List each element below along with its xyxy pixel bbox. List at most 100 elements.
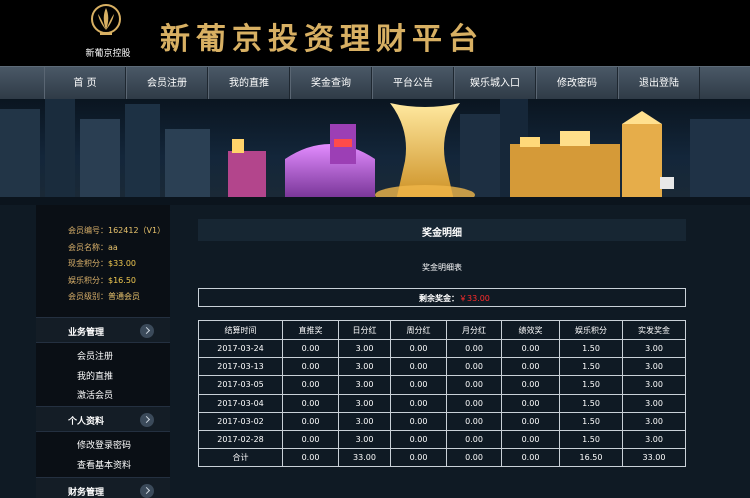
section-title: 业务管理	[68, 328, 105, 338]
nav-item-my-referrals[interactable]: 我的直推	[208, 67, 290, 100]
table-cell: 0.00	[390, 357, 447, 377]
member-level-label: 会员级别：	[68, 292, 108, 301]
table-cell: 2017-03-05	[198, 375, 283, 395]
logo: 新葡京控股	[78, 4, 134, 62]
panel-title-bar: 奖金明细	[198, 219, 686, 241]
table-cell: 1.50	[559, 375, 623, 395]
table-cell: 0.00	[282, 393, 339, 413]
table-cell: 3.00	[622, 338, 686, 359]
sidebar-item-change-login-password[interactable]: 修改登录密码	[77, 438, 131, 451]
table-row: 2017-03-05 0.00 3.00 0.00 0.00 0.00 1.50 3.00	[198, 375, 686, 395]
table-total-row: 合计 0.00 33.00 0.00 0.00 0.00 16.50 33.00	[198, 448, 686, 468]
table-cell: 0.00	[446, 357, 502, 377]
member-id-row: 会员编号：162412（V1）	[68, 223, 170, 240]
table-cell: 3.00	[622, 429, 686, 450]
nav-item-home[interactable]: 首 页	[44, 67, 126, 100]
member-level-row: 会员级别：普通会员	[68, 289, 170, 306]
nav-item-register[interactable]: 会员注册	[126, 67, 208, 100]
table-row: 2017-03-24 0.00 3.00 0.00 0.00 0.00 1.50 3.00	[198, 338, 686, 359]
table-cell: 3.00	[622, 393, 686, 413]
banner-image	[0, 99, 750, 205]
table-cell: 1.50	[559, 393, 623, 413]
table-cell: 0.00	[390, 429, 447, 450]
member-name-row: 会员名称：aa	[68, 240, 170, 257]
chevron-right-icon	[140, 324, 154, 338]
table-cell: 3.00	[338, 375, 391, 395]
chevron-right-icon	[140, 413, 154, 427]
logo-emblem-icon	[91, 4, 121, 35]
chevron-right-icon	[140, 484, 154, 498]
sidebar-item-view-profile[interactable]: 查看基本资料	[77, 458, 131, 471]
game-points-value: $16.50	[108, 275, 136, 285]
table-cell: 0.00	[282, 429, 339, 450]
nav-item-change-password[interactable]: 修改密码	[536, 67, 618, 100]
panel-title: 奖金明细	[422, 228, 462, 239]
remaining-bonus-box: 剩余奖金： ￥33.00	[198, 288, 686, 307]
table-cell: 0.00	[282, 411, 339, 431]
table-cell: 3.00	[338, 411, 391, 431]
table-cell: 3.00	[622, 375, 686, 395]
remaining-bonus-value: ￥33.00	[459, 294, 490, 303]
table-cell: 3.00	[622, 357, 686, 377]
table-cell: 1.50	[559, 357, 623, 377]
table-cell: 0.00	[446, 375, 502, 395]
city-skyline-illustration	[0, 99, 750, 205]
sidebar-item-activate-member[interactable]: 激活会员	[77, 388, 113, 401]
col-settle-time: 结算时间	[198, 320, 283, 340]
main-nav: 首 页 会员注册 我的直推 奖金查询 平台公告 娱乐城入口 修改密码 退出登陆	[0, 66, 750, 100]
section-personal-info[interactable]: 个人资料	[36, 406, 170, 432]
table-cell: 0.00	[501, 411, 560, 431]
table-cell: 2017-03-13	[198, 357, 283, 377]
table-cell: 0.00	[390, 448, 447, 468]
table-cell: 1.50	[559, 338, 623, 359]
table-cell: 1.50	[559, 411, 623, 431]
section-business-management[interactable]: 业务管理	[36, 317, 170, 343]
nav-items: 首 页 会员注册 我的直推 奖金查询 平台公告 娱乐城入口 修改密码 退出登陆	[44, 67, 700, 100]
bonus-detail-table: 结算时间 直推奖 日分红 周分红 月分红 绩效奖 娱乐积分 实发奖金 2017-…	[198, 320, 686, 468]
table-cell: 0.00	[282, 375, 339, 395]
member-name-label: 会员名称：	[68, 242, 108, 252]
nav-item-announcements[interactable]: 平台公告	[372, 67, 454, 100]
table-body: 2017-03-24 0.00 3.00 0.00 0.00 0.00 1.50 3.00 20…	[198, 338, 686, 468]
table-cell: 2017-02-28	[198, 429, 283, 450]
col-game-points: 娱乐积分	[559, 320, 623, 340]
table-cell: 0.00	[446, 393, 502, 413]
table-cell: 33.00	[338, 448, 391, 468]
sidebar: 会员编号：162412（V1） 会员名称：aa 现金积分：$33.00 娱乐积分…	[36, 205, 170, 498]
table-subtitle: 奖金明细表	[422, 263, 462, 272]
table-cell: 2017-03-24	[198, 338, 283, 359]
table-cell: 33.00	[622, 448, 686, 468]
table-cell: 0.00	[501, 393, 560, 413]
sidebar-item-my-referrals[interactable]: 我的直推	[77, 369, 113, 382]
section-title: 财务管理	[68, 488, 105, 498]
sidebar-item-member-register[interactable]: 会员注册	[77, 349, 113, 362]
table-cell: 0.00	[501, 357, 560, 377]
nav-item-logout[interactable]: 退出登陆	[618, 67, 700, 100]
cash-points-value: $33.00	[108, 259, 136, 268]
table-row: 2017-03-02 0.00 3.00 0.00 0.00 0.00 1.50 3.00	[198, 411, 686, 431]
table-cell: 0.00	[446, 429, 502, 450]
cash-points-row: 现金积分：$33.00	[68, 256, 170, 273]
table-row: 2017-03-04 0.00 3.00 0.00 0.00 0.00 1.50 3.00	[198, 393, 686, 413]
table-cell: 3.00	[338, 357, 391, 377]
table-cell: 0.00	[501, 448, 560, 468]
table-header-row: 结算时间 直推奖 日分红 周分红 月分红 绩效奖 娱乐积分 实发奖金	[198, 320, 686, 340]
member-id-label: 会员编号：	[68, 226, 108, 235]
table-cell: 0.00	[282, 357, 339, 377]
logo-text: 新葡京控股	[85, 49, 131, 59]
table-cell: 0.00	[446, 448, 502, 468]
game-points-row: 娱乐积分：$16.50	[68, 273, 170, 290]
table-cell: 0.00	[501, 429, 560, 450]
section-finance-management[interactable]: 财务管理	[36, 477, 170, 498]
col-direct-bonus: 直推奖	[282, 320, 339, 340]
table-cell: 2017-03-04	[198, 393, 283, 413]
col-performance-bonus: 绩效奖	[501, 320, 560, 340]
table-cell: 0.00	[390, 375, 447, 395]
table-cell: 合计	[198, 448, 283, 468]
table-cell: 2017-03-02	[198, 411, 283, 431]
nav-item-bonus-query[interactable]: 奖金查询	[290, 67, 372, 100]
col-monthly-dividend: 月分红	[446, 320, 502, 340]
table-cell: 0.00	[446, 411, 502, 431]
nav-item-casino-entry[interactable]: 娱乐城入口	[454, 67, 536, 100]
page: 新葡京控股 新葡京投资理财平台 首 页 会员注册 我的直推 奖金查询 平台公告 …	[0, 0, 750, 498]
